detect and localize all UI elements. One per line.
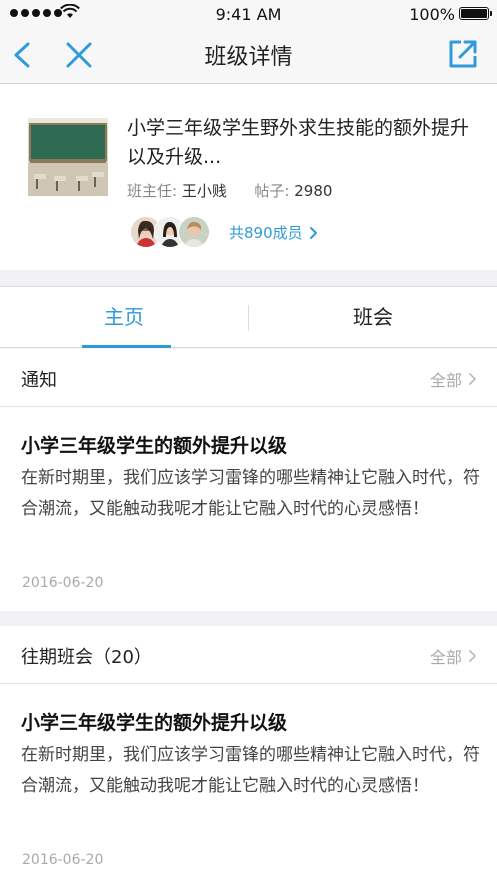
tab-class-meeting[interactable]: 班会 bbox=[249, 287, 497, 347]
class-meta: 班主任: 王小贱 帖子: 2980 bbox=[127, 180, 332, 201]
class-detail-screen: 9:41 AM 100% 班级详情 小学三年级学生野外求生技能的额外提升以及升级… bbox=[0, 0, 497, 883]
member-avatars[interactable] bbox=[130, 216, 214, 248]
post-date: 2016-06-20 bbox=[22, 852, 104, 868]
battery-icon bbox=[459, 7, 492, 20]
post-title: 小学三年级学生的额外提升以级 bbox=[21, 435, 288, 457]
past-meetings-view-all-link[interactable]: 全部 bbox=[430, 644, 477, 668]
tab-divider bbox=[248, 305, 249, 331]
chevron-right-icon bbox=[469, 650, 476, 662]
posts-label: 帖子: bbox=[254, 182, 290, 200]
status-bar: 9:41 AM 100% bbox=[0, 0, 497, 28]
members-link[interactable]: 共890成员 bbox=[229, 222, 319, 243]
teacher-label: 班主任: bbox=[127, 182, 178, 200]
tab-home[interactable]: 主页 bbox=[0, 287, 248, 347]
view-all-label: 全部 bbox=[429, 371, 462, 390]
post-title: 小学三年级学生的额外提升以级 bbox=[21, 712, 288, 734]
view-all-label: 全部 bbox=[429, 648, 462, 667]
navigation-bar: 班级详情 bbox=[0, 28, 497, 84]
share-icon[interactable] bbox=[447, 38, 479, 70]
post-date: 2016-06-20 bbox=[22, 575, 104, 591]
class-cover-image bbox=[28, 118, 108, 196]
past-meetings-section-title: 往期班会（20） bbox=[21, 647, 152, 668]
members-count-label: 共890成员 bbox=[229, 224, 303, 242]
page-title: 班级详情 bbox=[204, 45, 293, 70]
chevron-right-icon bbox=[309, 226, 317, 239]
notice-post-card[interactable]: 小学三年级学生的额外提升以级 在新时期里，我们应该学习雷锋的哪些精神让它融入时代… bbox=[0, 407, 497, 611]
avatar bbox=[178, 216, 210, 248]
active-tab-indicator bbox=[82, 345, 171, 348]
post-body: 在新时期里，我们应该学习雷锋的哪些精神让它融入时代，符合潮流，又能触动我呢才能让… bbox=[21, 468, 480, 519]
notice-section-header: 通知 全部 bbox=[0, 349, 497, 407]
notice-view-all-link[interactable]: 全部 bbox=[430, 367, 477, 391]
past-meetings-section-header: 往期班会（20） 全部 bbox=[0, 626, 497, 684]
class-info-card: 小学三年级学生野外求生技能的额外提升以及升级... 班主任: 王小贱 帖子: 2… bbox=[0, 84, 497, 270]
tab-bar: 主页 班会 bbox=[0, 286, 497, 348]
meeting-post-card[interactable]: 小学三年级学生的额外提升以级 在新时期里，我们应该学习雷锋的哪些精神让它融入时代… bbox=[0, 684, 497, 883]
class-title: 小学三年级学生野外求生技能的额外提升以及升级... bbox=[127, 117, 470, 168]
chevron-right-icon bbox=[469, 373, 476, 385]
post-body: 在新时期里，我们应该学习雷锋的哪些精神让它融入时代，符合潮流，又能触动我呢才能让… bbox=[21, 745, 480, 796]
notice-section-title: 通知 bbox=[21, 370, 57, 391]
battery-percentage: 100% bbox=[409, 5, 455, 24]
teacher-name: 王小贱 bbox=[181, 182, 227, 200]
posts-count: 2980 bbox=[294, 182, 333, 200]
